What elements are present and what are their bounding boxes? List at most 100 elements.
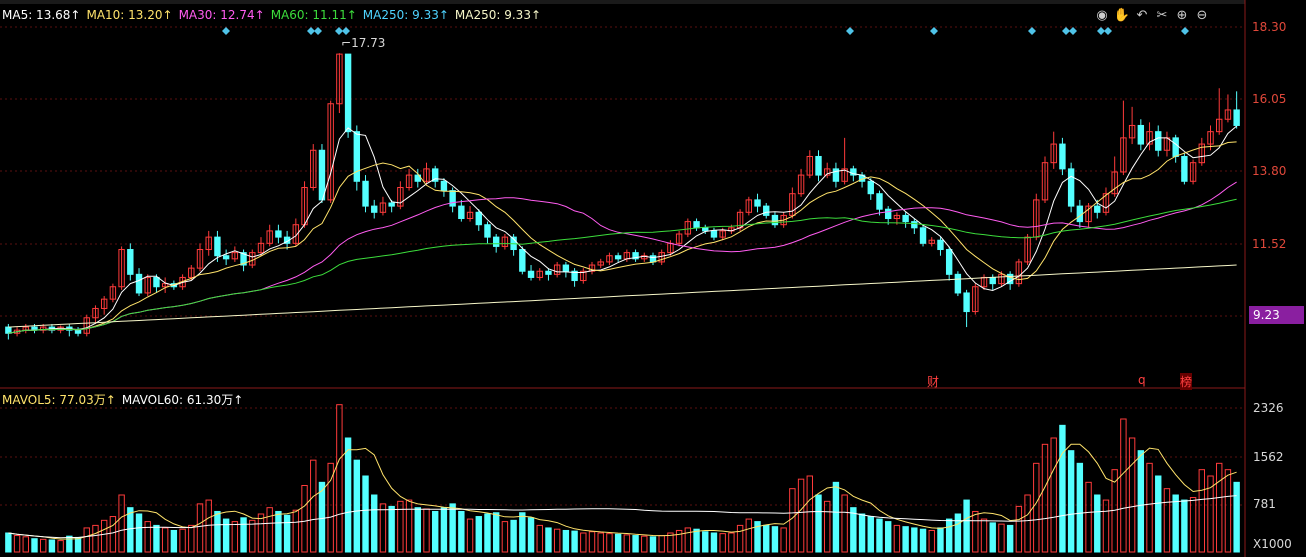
event-mark-finance[interactable]: 财 [927,373,939,390]
candle-body [989,276,996,285]
candle-body [449,190,456,207]
ma-4: MA250: 9.33↑ [362,8,449,22]
scissors-icon[interactable]: ✂ [1152,8,1172,23]
volume-bar [928,529,935,553]
volume-bar [536,524,543,553]
volume-bar [884,521,892,553]
volume-bar [1067,450,1075,553]
volume-bar [588,531,596,553]
volume-bar [824,500,831,553]
ma-1: MA10: 13.20↑ [86,8,173,22]
candle-body [937,239,944,251]
volume-bar [1094,494,1101,553]
volume-bar [1041,443,1049,553]
candle-body [127,249,134,275]
volume-bar [240,517,247,553]
price-axis-label: 16.05 [1252,92,1287,106]
hand-icon[interactable]: ✋ [1112,8,1132,23]
candle-body [458,205,465,220]
signal-diamond [1104,27,1112,35]
candle-body [1059,143,1066,170]
zoom-in-icon[interactable]: ⊕ [1172,8,1192,23]
candle-body [693,221,700,229]
volume-bar [371,494,378,553]
vol-legend: MAVOL5: 77.03万↑ MAVOL60: 61.30万↑ [2,391,249,408]
volume-bar [597,532,604,553]
signal-diamond [314,27,322,35]
candle-body [440,180,448,192]
volume-bar [188,524,195,553]
volume-bar [170,529,178,553]
volume-bar [989,522,996,553]
volume-bar [440,507,448,553]
ma-0: MA5: 13.68↑ [2,8,81,22]
volume-bar [214,510,221,553]
volume-bar [658,535,665,553]
signal-diamond [1097,27,1105,35]
volume-bar [876,518,883,553]
volume-bar [850,507,857,553]
candle-body [815,155,822,176]
candle-body [344,53,352,133]
signal-diamond [1069,27,1077,35]
signal-diamond [1028,27,1036,35]
candle-body [1137,124,1145,145]
volume-bar [545,527,552,553]
candle-body [1094,205,1101,213]
stock-chart[interactable] [0,0,1306,557]
volume-bar [1102,499,1110,553]
signal-diamond [342,27,350,35]
volume-bar [684,527,692,553]
candle-body [492,236,500,247]
volume-bar [266,507,273,553]
volume-bar [83,527,90,553]
eye-icon[interactable]: ◉ [1092,8,1112,23]
candle-body [74,329,82,334]
candle-body [902,214,909,223]
candle-body [1172,137,1179,157]
signal-diamond [1062,27,1070,35]
volume-bar [649,536,657,553]
volume-bar [937,527,944,553]
volume-bar [954,513,962,553]
volume-bar [980,518,988,553]
candle-body [484,224,491,238]
event-mark-q[interactable]: q [1138,373,1146,387]
event-mark-list[interactable]: 榜 [1180,373,1193,390]
volume-bar [632,535,639,553]
candle-body [884,208,892,220]
volume-bar [466,518,474,553]
volume-bar [710,532,718,553]
volume-bar [1085,481,1092,553]
volume-bar [945,518,953,553]
volume-bar [484,513,491,553]
candle-body [1181,155,1188,182]
ma10-line [8,141,1237,334]
zoom-out-icon[interactable]: ⊖ [1192,8,1212,23]
volume-bar [728,532,735,553]
candle-body [1076,205,1084,223]
undo-icon[interactable]: ↶ [1132,8,1152,23]
signal-diamond [307,27,315,35]
volume-bar [702,531,709,553]
ma-legend: MA5: 13.68↑ MA10: 13.20↑ MA30: 12.74↑ MA60:… [2,8,547,22]
volume-bar [858,513,866,553]
volume-bar [832,481,840,553]
volume-bar [580,532,587,553]
volume-bar [1076,462,1084,553]
volume-bar [1050,437,1057,553]
volume-bar [815,494,822,553]
volume-bar [179,528,186,553]
current-price-badge: 9.23 [1249,306,1304,324]
volume-bar [527,517,535,553]
volume-bar [623,534,631,553]
volume-bar [893,524,901,553]
candle-body [1067,168,1075,207]
signal-diamond [930,27,938,35]
volume-bar [806,475,813,553]
volume-bar [1198,469,1205,553]
volume-bar [362,475,369,553]
volume-axis-label: 2326 [1253,401,1284,415]
volume-bar [919,528,927,553]
volume-bar [1015,505,1023,553]
